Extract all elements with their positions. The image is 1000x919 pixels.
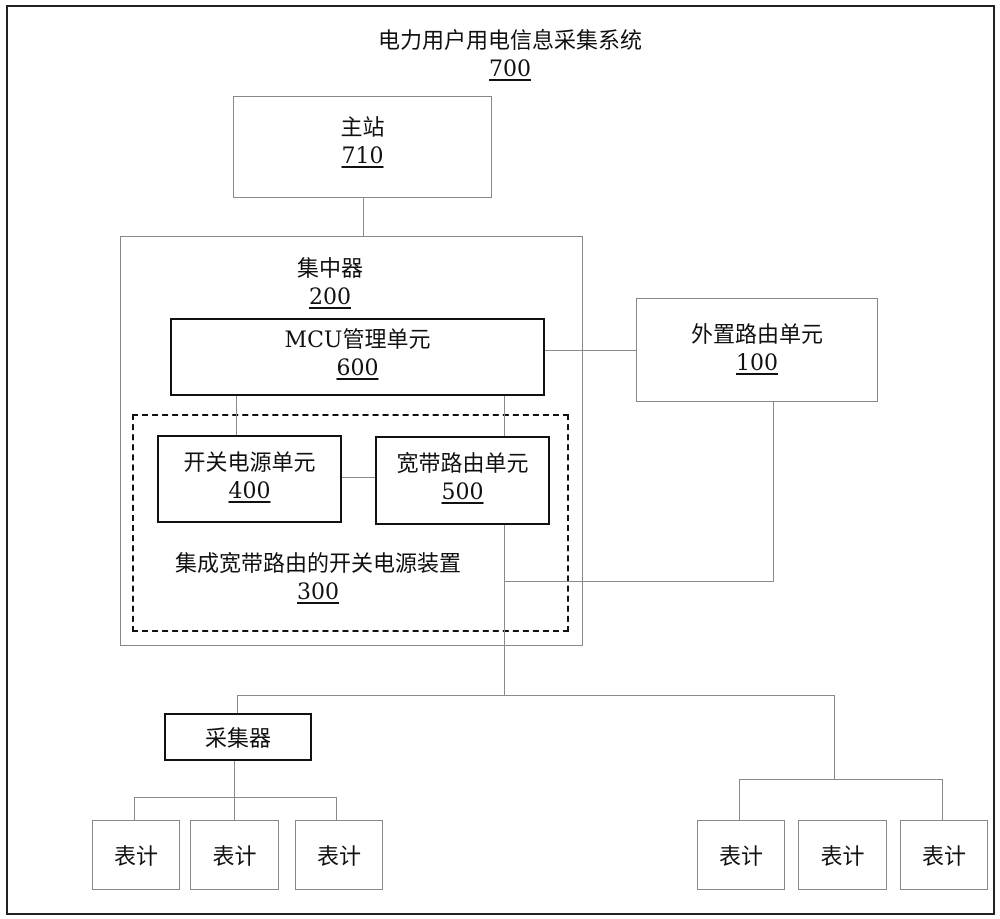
broadband-router-unit-ref: 500: [441, 480, 484, 505]
link-right-meter-1: [739, 779, 740, 820]
meter-label: 表计: [820, 845, 865, 870]
concentrator-text: 集中器 200: [250, 256, 410, 312]
meter-label: 表计: [718, 845, 763, 870]
concentrator-ref: 200: [309, 285, 351, 310]
broadband-router-unit-text: 宽带路由单元 500: [375, 451, 550, 507]
link-main-bus: [237, 695, 835, 696]
mcu-unit-label: MCU管理单元: [284, 328, 431, 353]
external-router-unit-label: 外置路由单元: [690, 323, 823, 348]
meter-right-2[interactable]: 表计: [798, 820, 887, 890]
meter-label: 表计: [316, 845, 361, 870]
external-router-unit-ref: 100: [736, 351, 778, 376]
system-title: 电力用户用电信息采集系统 700: [300, 28, 720, 84]
system-title-ref: 700: [489, 57, 531, 82]
link-broadband-external-router-h: [504, 581, 774, 582]
meter-right-1[interactable]: 表计: [697, 820, 785, 890]
link-mcu-switch-power: [236, 396, 237, 436]
meter-label: 表计: [212, 845, 257, 870]
link-master-concentrator: [363, 198, 364, 236]
master-station-text: 主站 710: [233, 115, 492, 171]
meter-label: 表计: [113, 845, 158, 870]
meter-left-3[interactable]: 表计: [295, 820, 383, 890]
mcu-unit-ref: 600: [336, 356, 379, 381]
external-router-unit-text: 外置路由单元 100: [636, 322, 878, 378]
link-broadband-external-router-v: [773, 401, 774, 582]
link-left-meter-bus: [134, 797, 337, 798]
link-left-meter-3: [336, 797, 337, 820]
integrated-device-label: 集成宽带路由的开关电源装置: [174, 552, 461, 577]
switch-power-unit-label: 开关电源单元: [183, 451, 316, 476]
link-mcu-external-router: [545, 350, 637, 351]
broadband-router-unit-label: 宽带路由单元: [396, 452, 529, 477]
mcu-unit-text: MCU管理单元 600: [170, 327, 545, 383]
link-bus-collector: [237, 695, 238, 713]
collector-box[interactable]: 采集器: [164, 713, 312, 761]
system-title-label: 电力用户用电信息采集系统: [377, 29, 642, 54]
concentrator-label: 集中器: [296, 257, 363, 282]
master-station-ref: 710: [341, 144, 384, 169]
link-bus-right-meters: [834, 695, 835, 780]
meter-left-2[interactable]: 表计: [190, 820, 279, 890]
integrated-device-text: 集成宽带路由的开关电源装置 300: [138, 551, 498, 607]
link-left-meter-1: [134, 797, 135, 820]
link-broadband-bus: [504, 525, 505, 695]
link-switch-power-broadband: [342, 477, 376, 478]
meter-label: 表计: [921, 845, 966, 870]
integrated-device-ref: 300: [297, 580, 339, 605]
master-station-label: 主站: [340, 116, 385, 141]
switch-power-unit-ref: 400: [228, 479, 271, 504]
link-mcu-broadband-router: [504, 396, 505, 438]
collector-label: 采集器: [204, 727, 271, 752]
meter-right-3[interactable]: 表计: [900, 820, 988, 890]
meter-left-1[interactable]: 表计: [92, 820, 180, 890]
link-collector-meters: [234, 761, 235, 820]
link-right-meter-3: [942, 779, 943, 820]
switch-power-unit-text: 开关电源单元 400: [157, 450, 342, 506]
link-right-meter-bus: [739, 779, 943, 780]
